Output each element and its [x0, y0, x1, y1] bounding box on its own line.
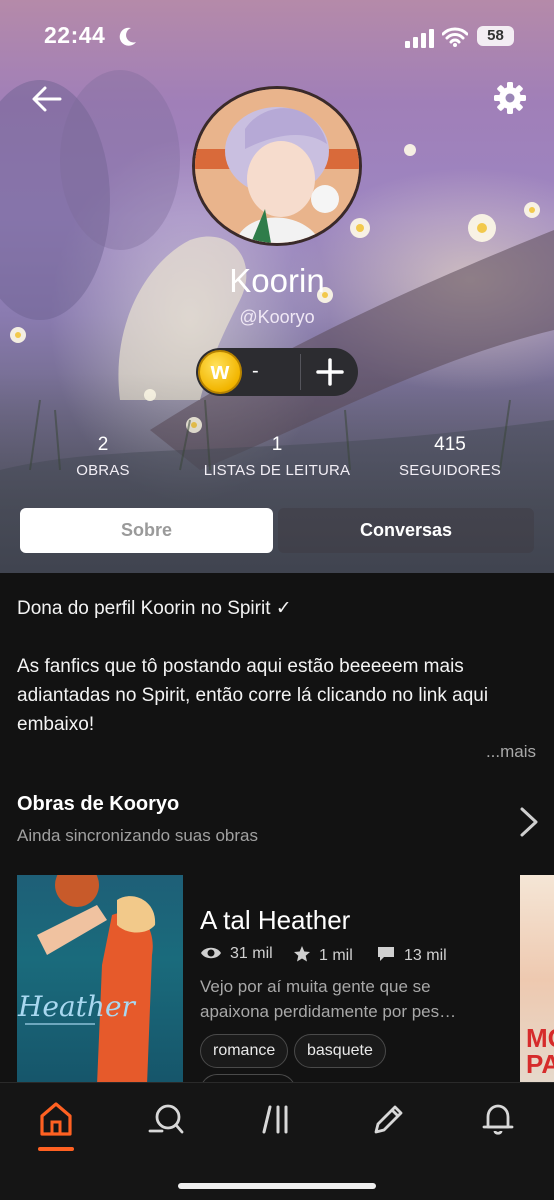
bio-more-link[interactable]: ...mais [486, 742, 536, 762]
chevron-right-icon[interactable] [518, 806, 540, 838]
book-cover[interactable] [17, 875, 183, 1085]
write-pencil-icon[interactable] [368, 1099, 408, 1139]
stat-followers[interactable]: 415 SEGUIDORES [392, 434, 508, 479]
reads-count: 31 mil [200, 945, 273, 963]
book-cover-art [25, 875, 156, 1085]
bio-line-2: As fanfics que tô postando aqui estão be… [17, 656, 489, 735]
comment-icon [378, 947, 394, 961]
library-icon[interactable] [258, 1099, 298, 1139]
eye-icon [201, 947, 221, 959]
bottom-navigation [0, 1082, 554, 1200]
tab-sobre[interactable]: Sobre [20, 508, 273, 553]
home-icon[interactable] [36, 1099, 76, 1139]
bio-line-1: Dona do perfil Koorin no Spirit ✓ [17, 598, 292, 619]
coin-balance-value: - [252, 360, 259, 382]
star-icon [294, 946, 310, 962]
profile-tabs: Sobre Conversas [0, 508, 554, 554]
tag-basquete[interactable]: basquete [294, 1034, 386, 1068]
reads-value: 31 mil [230, 945, 273, 962]
settings-gear-icon[interactable] [492, 80, 528, 116]
back-arrow-icon[interactable] [30, 82, 64, 116]
book-description: Vejo por aí muita gente que se apaixona … [200, 977, 457, 1021]
cellular-signal-icon [405, 29, 434, 48]
status-bar: 22:44 58 [0, 18, 554, 58]
profile-stats: 2 OBRAS 1 LISTAS DE LEITURA 415 SEGUIDOR… [0, 434, 554, 484]
discover-search-icon[interactable] [146, 1099, 186, 1139]
comments-value: 13 mil [404, 947, 447, 964]
votes-count: 1 mil [293, 945, 353, 965]
profile-bio: Dona do perfil Koorin no Spirit ✓ As fan… [17, 594, 537, 739]
profile-avatar [192, 86, 362, 246]
status-time: 22:44 [44, 22, 106, 48]
stat-label: OBRAS [76, 462, 130, 479]
wifi-icon [442, 27, 468, 47]
stat-value: 415 [434, 434, 466, 455]
tab-conversas[interactable]: Conversas [278, 508, 534, 553]
home-active-indicator [38, 1147, 74, 1151]
stat-obras[interactable]: 2 OBRAS [56, 434, 150, 479]
tag-romance[interactable]: romance [200, 1034, 289, 1068]
stat-reading-lists[interactable]: 1 LISTAS DE LEITURA [196, 434, 358, 479]
cover-title-text: Heather [18, 990, 135, 1023]
coin-balance-pill: w - [196, 348, 358, 396]
coin-icon: w [198, 350, 242, 394]
book-title[interactable]: A tal Heather [200, 905, 350, 936]
votes-value: 1 mil [319, 947, 353, 964]
moon-icon [119, 27, 136, 46]
next-book-cover[interactable]: MOPA [520, 875, 554, 1085]
profile-display-name: Koorin [229, 262, 325, 299]
works-section-header[interactable]: Obras de Kooryo Ainda sincronizando suas… [17, 793, 258, 846]
coin-divider [300, 354, 301, 390]
stat-value: 2 [97, 434, 109, 455]
avatar-illustration [195, 89, 359, 243]
stat-label: LISTAS DE LEITURA [203, 462, 351, 479]
profile-handle: @Kooryo [239, 307, 315, 327]
stat-value: 1 [271, 434, 283, 455]
profile-header: 22:44 58 Koorin @Kooryo w - 2 OBRAS 1 LI… [0, 0, 554, 573]
add-coins-plus-icon[interactable] [308, 350, 354, 394]
works-title: Obras de Kooryo [17, 793, 180, 815]
home-indicator-bar [178, 1183, 376, 1189]
stat-label: SEGUIDORES [398, 462, 502, 479]
comments-count: 13 mil [376, 945, 447, 965]
works-subtitle: Ainda sincronizando suas obras [17, 826, 258, 845]
battery-indicator: 58 [477, 26, 514, 46]
notifications-bell-icon[interactable] [478, 1099, 518, 1139]
next-cover-art-text: MOPA [526, 1023, 554, 1079]
